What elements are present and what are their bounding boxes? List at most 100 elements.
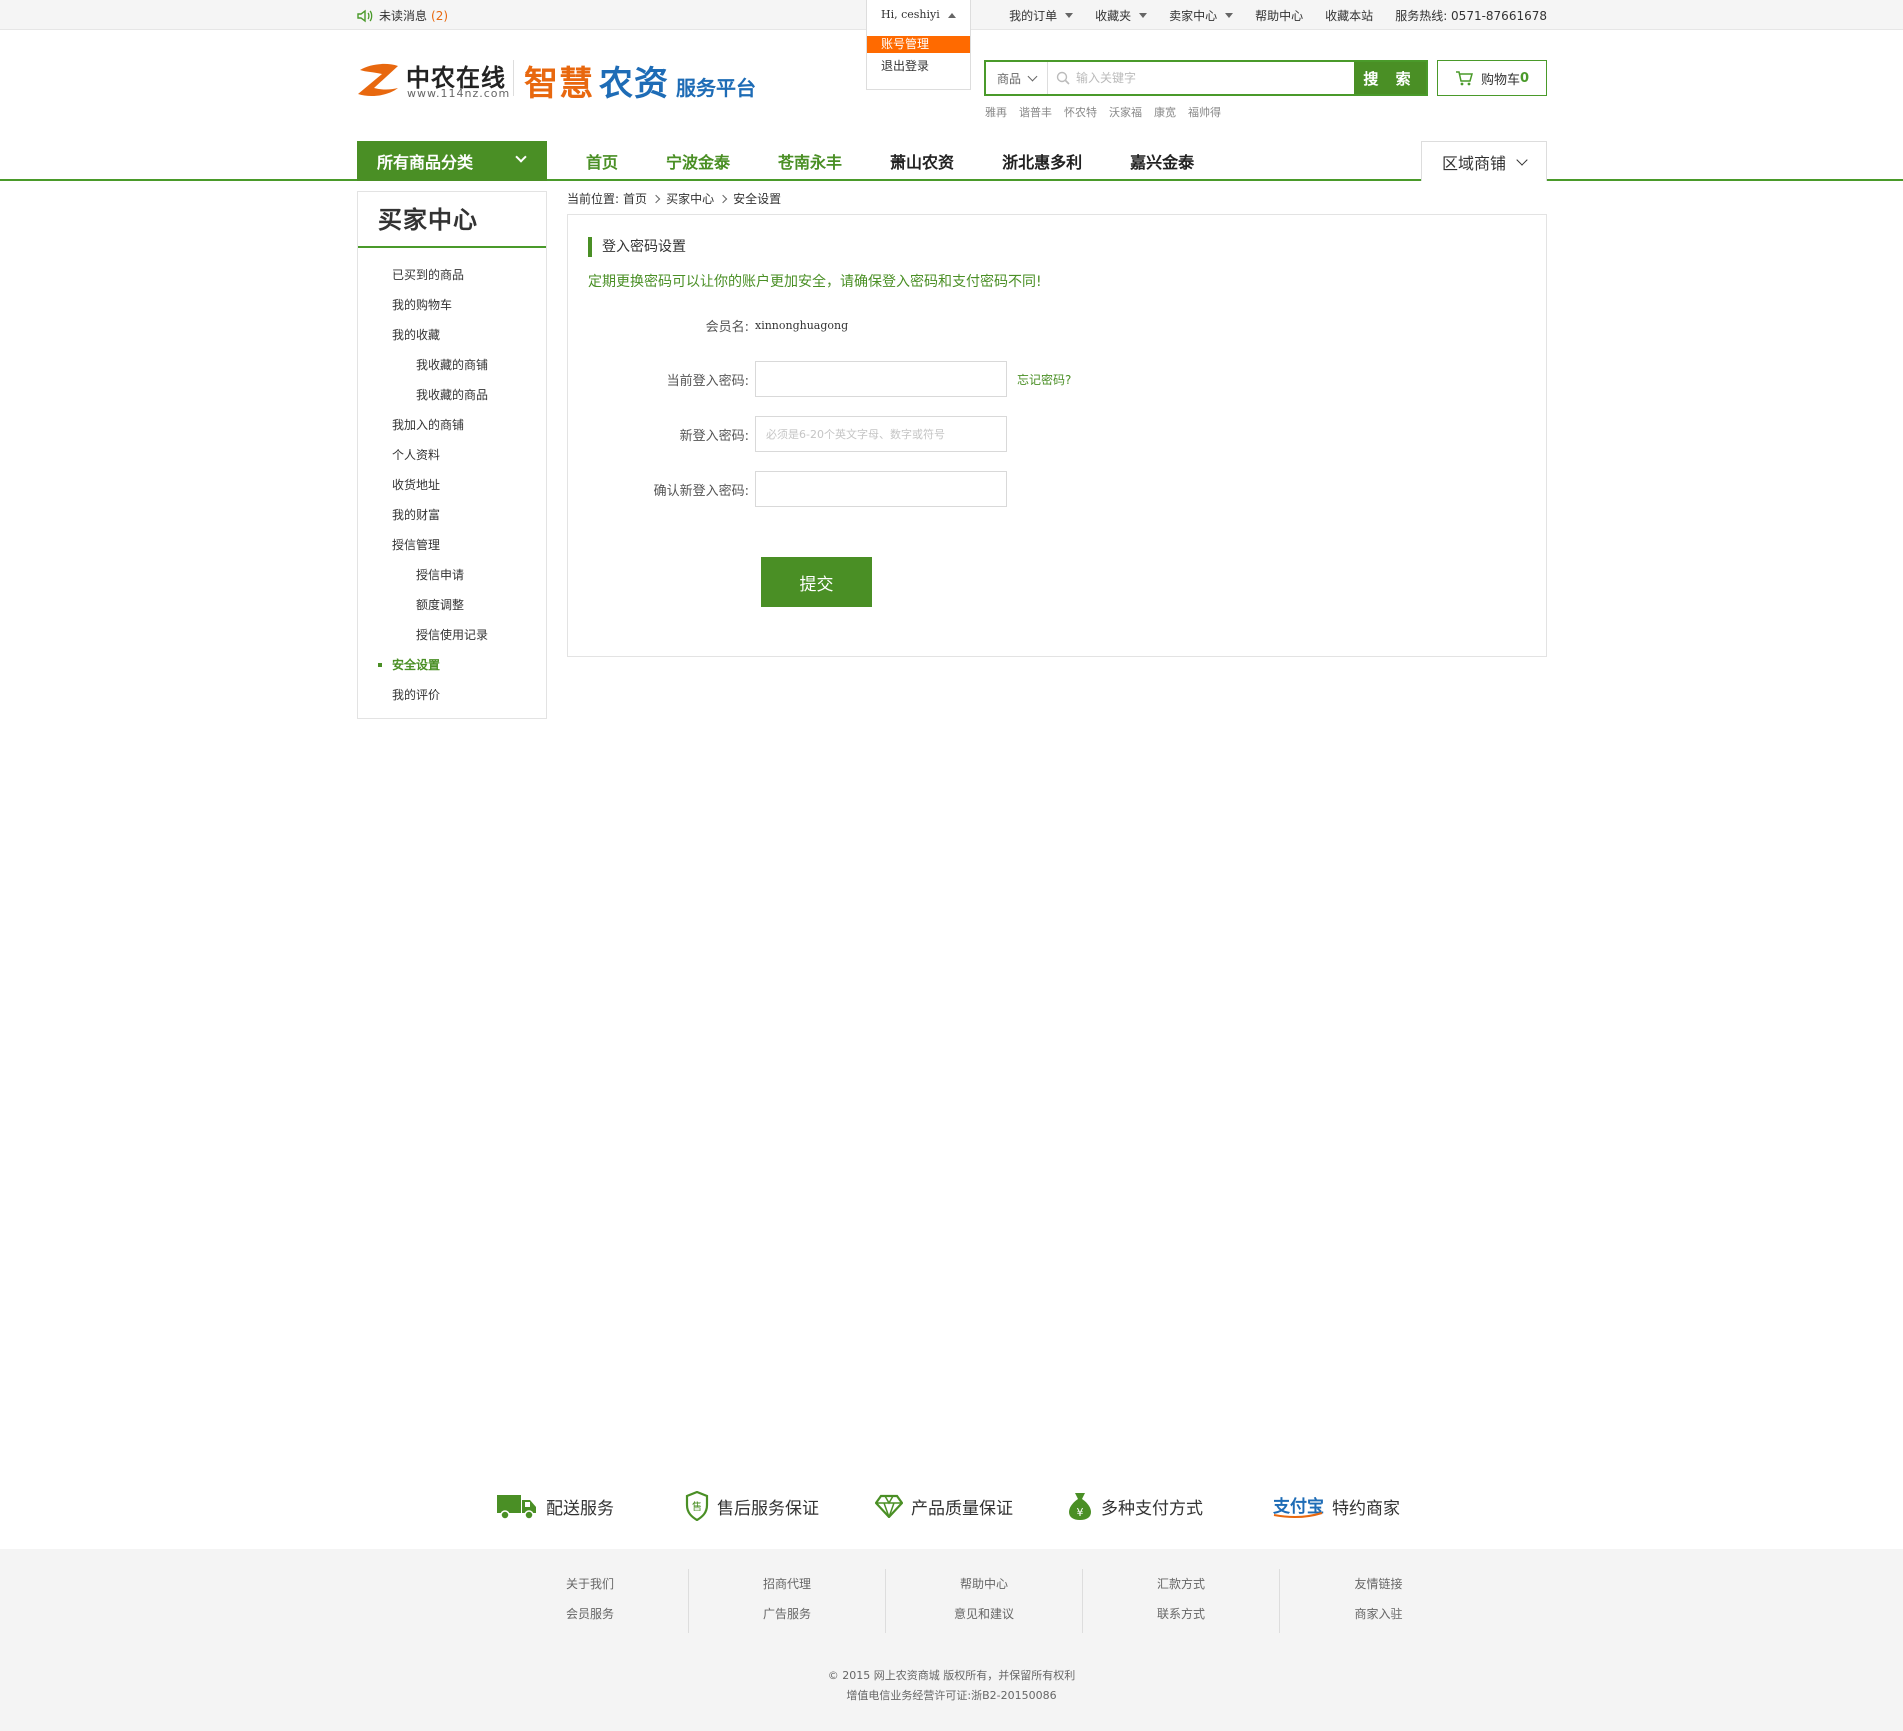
license-text: 增值电信业务经营许可证:浙B2-20150086 xyxy=(846,1689,1057,1702)
cart-button[interactable]: 购物车 0 xyxy=(1437,60,1547,96)
breadcrumb-home[interactable]: 首页 xyxy=(623,190,647,207)
shield-icon: 售 xyxy=(685,1491,709,1521)
current-password-label: 当前登入密码: xyxy=(666,373,749,389)
site-logo[interactable]: 中农在线 www.114nz.com 智慧 农资 服务平台 xyxy=(356,56,766,104)
alipay-logo-icon: 支付宝 xyxy=(1272,1493,1324,1519)
footer-link[interactable]: 商家入驻 xyxy=(1280,1599,1477,1629)
service-alipay-label: 特约商家 xyxy=(1332,1498,1400,1519)
region-shops-label: 区域商铺 xyxy=(1441,153,1506,173)
submit-button[interactable]: 提交 xyxy=(761,557,872,607)
greeting-text: Hi, ceshiyi xyxy=(881,8,940,21)
footer-column: 关于我们 会员服务 xyxy=(492,1569,689,1633)
footer-link[interactable]: 汇款方式 xyxy=(1083,1569,1279,1599)
chevron-down-icon xyxy=(1027,71,1038,81)
cart-icon xyxy=(1455,70,1473,86)
nav-link-xiaoshan[interactable]: 萧山农资 xyxy=(866,149,978,173)
sidebar-item-wealth[interactable]: 我的财富 xyxy=(358,500,546,530)
sidebar-item-favorites[interactable]: 我的收藏 xyxy=(358,320,546,350)
hot-keyword-link[interactable]: 雅再 xyxy=(985,104,1007,120)
sidebar-item-security[interactable]: 安全设置 xyxy=(358,650,546,680)
sidebar-item-credit-apply[interactable]: 授信申请 xyxy=(358,560,546,590)
sidebar-item-reviews[interactable]: 我的评价 xyxy=(358,680,546,710)
nav-link-ningbo-jintai[interactable]: 宁波金泰 xyxy=(642,149,754,173)
panel-title: 登入密码设置 xyxy=(588,237,686,257)
current-password-input[interactable] xyxy=(755,361,1007,397)
hotline-text: 服务热线: 0571-87661678 xyxy=(1395,8,1547,23)
breadcrumb-buyer-center[interactable]: 买家中心 xyxy=(666,190,714,207)
region-shops-dropdown[interactable]: 区域商铺 xyxy=(1421,141,1547,181)
unread-label: 未读消息 xyxy=(379,9,428,23)
new-password-row: 新登入密码: xyxy=(568,416,1007,452)
service-after-sales-label: 售后服务保证 xyxy=(717,1498,819,1519)
hot-keyword-link[interactable]: 沃家福 xyxy=(1109,104,1142,120)
sidebar-item-credit-records[interactable]: 授信使用记录 xyxy=(358,620,546,650)
sidebar-item-fav-goods[interactable]: 我收藏的商品 xyxy=(358,380,546,410)
logout-item[interactable]: 退出登录 xyxy=(867,55,970,77)
service-quality-label: 产品质量保证 xyxy=(911,1498,1013,1519)
confirm-password-input[interactable] xyxy=(755,471,1007,507)
account-management-item[interactable]: 账号管理 xyxy=(867,36,970,53)
nav-link-jiaxing-jintai[interactable]: 嘉兴金泰 xyxy=(1106,149,1218,173)
sidebar-menu: 已买到的商品 我的购物车 我的收藏 我收藏的商铺 我收藏的商品 我加入的商铺 个… xyxy=(358,248,546,710)
sidebar-item-profile[interactable]: 个人资料 xyxy=(358,440,546,470)
footer-link[interactable]: 意见和建议 xyxy=(886,1599,1082,1629)
all-categories-button[interactable]: 所有商品分类 xyxy=(357,141,547,181)
favorites-label: 收藏夹 xyxy=(1095,8,1132,23)
chevron-right-icon xyxy=(651,194,661,203)
footer-link[interactable]: 关于我们 xyxy=(492,1569,688,1599)
money-bag-icon: ¥ xyxy=(1067,1491,1093,1521)
my-orders-link[interactable]: 我的订单 xyxy=(1009,7,1074,24)
sidebar-item-fav-shops[interactable]: 我收藏的商铺 xyxy=(358,350,546,380)
nav-link-home[interactable]: 首页 xyxy=(562,149,642,173)
search-category-select[interactable]: 商品 xyxy=(986,62,1048,94)
footer-columns: 关于我们 会员服务 招商代理 广告服务 帮助中心 意见和建议 汇款方式 联系方式… xyxy=(492,1569,1477,1633)
help-center-link[interactable]: 帮助中心 xyxy=(1255,7,1303,24)
sidebar-item-credit-adjust[interactable]: 额度调整 xyxy=(358,590,546,620)
sidebar-item-cart[interactable]: 我的购物车 xyxy=(358,290,546,320)
hot-keyword-link[interactable]: 福帅得 xyxy=(1188,104,1221,120)
user-greeting[interactable]: Hi, ceshiyi xyxy=(867,0,970,30)
footer-link[interactable]: 招商代理 xyxy=(689,1569,885,1599)
new-password-input[interactable] xyxy=(755,416,1007,452)
nav-links: 首页 宁波金泰 苍南永丰 萧山农资 浙北惠多利 嘉兴金泰 xyxy=(562,141,1218,181)
search-button[interactable]: 搜 索 xyxy=(1354,62,1426,94)
nav-link-cangnan-yongfeng[interactable]: 苍南永丰 xyxy=(754,149,866,173)
search-input-wrap xyxy=(1048,62,1354,94)
confirm-password-label: 确认新登入密码: xyxy=(653,483,749,499)
user-dropdown: Hi, ceshiyi 账号管理 退出登录 xyxy=(866,0,971,90)
footer-link[interactable]: 会员服务 xyxy=(492,1599,688,1629)
footer-link[interactable]: 帮助中心 xyxy=(886,1569,1082,1599)
seller-center-link[interactable]: 卖家中心 xyxy=(1169,7,1234,24)
hot-keyword-link[interactable]: 怀农特 xyxy=(1064,104,1097,120)
sidebar-item-credit[interactable]: 授信管理 xyxy=(358,530,546,560)
hot-keyword-link[interactable]: 谐普丰 xyxy=(1019,104,1052,120)
forgot-password-link[interactable]: 忘记密码? xyxy=(1017,371,1071,388)
truck-icon xyxy=(496,1492,538,1520)
footer-link[interactable]: 联系方式 xyxy=(1083,1599,1279,1629)
svg-text:¥: ¥ xyxy=(1077,1506,1084,1519)
member-label: 会员名: xyxy=(705,319,749,335)
sidebar-item-joined-shops[interactable]: 我加入的商铺 xyxy=(358,410,546,440)
service-delivery-label: 配送服务 xyxy=(546,1498,614,1519)
password-settings-panel: 登入密码设置 定期更换密码可以让你的账户更加安全，请确保登入密码和支付密码不同!… xyxy=(567,214,1547,657)
confirm-password-row: 确认新登入密码: xyxy=(568,471,1007,507)
seller-center-label: 卖家中心 xyxy=(1169,8,1218,23)
bookmark-site-link[interactable]: 收藏本站 xyxy=(1325,7,1373,24)
site-footer: 关于我们 会员服务 招商代理 广告服务 帮助中心 意见和建议 汇款方式 联系方式… xyxy=(0,1549,1903,1731)
favorites-link[interactable]: 收藏夹 xyxy=(1095,7,1148,24)
nav-link-zhebei[interactable]: 浙北惠多利 xyxy=(978,149,1106,173)
hot-keyword-link[interactable]: 康宽 xyxy=(1154,104,1176,120)
footer-column: 招商代理 广告服务 xyxy=(689,1569,886,1633)
sidebar-item-addresses[interactable]: 收货地址 xyxy=(358,470,546,500)
caret-down-icon xyxy=(1065,12,1074,18)
unread-messages-link[interactable]: 未读消息 (2) xyxy=(357,7,448,24)
sidebar-item-purchased[interactable]: 已买到的商品 xyxy=(358,260,546,290)
search-input[interactable] xyxy=(1070,71,1350,85)
help-center-label: 帮助中心 xyxy=(1255,8,1304,23)
footer-link[interactable]: 广告服务 xyxy=(689,1599,885,1629)
footer-link[interactable]: 友情链接 xyxy=(1280,1569,1477,1599)
footer-copyright: © 2015 网上农资商城 版权所有，并保留所有权利 增值电信业务经营许可证:浙… xyxy=(0,1666,1903,1706)
hotline: 服务热线: 0571-87661678 xyxy=(1395,7,1547,24)
my-orders-label: 我的订单 xyxy=(1009,8,1058,23)
service-quality: 产品质量保证 xyxy=(875,1486,1013,1526)
